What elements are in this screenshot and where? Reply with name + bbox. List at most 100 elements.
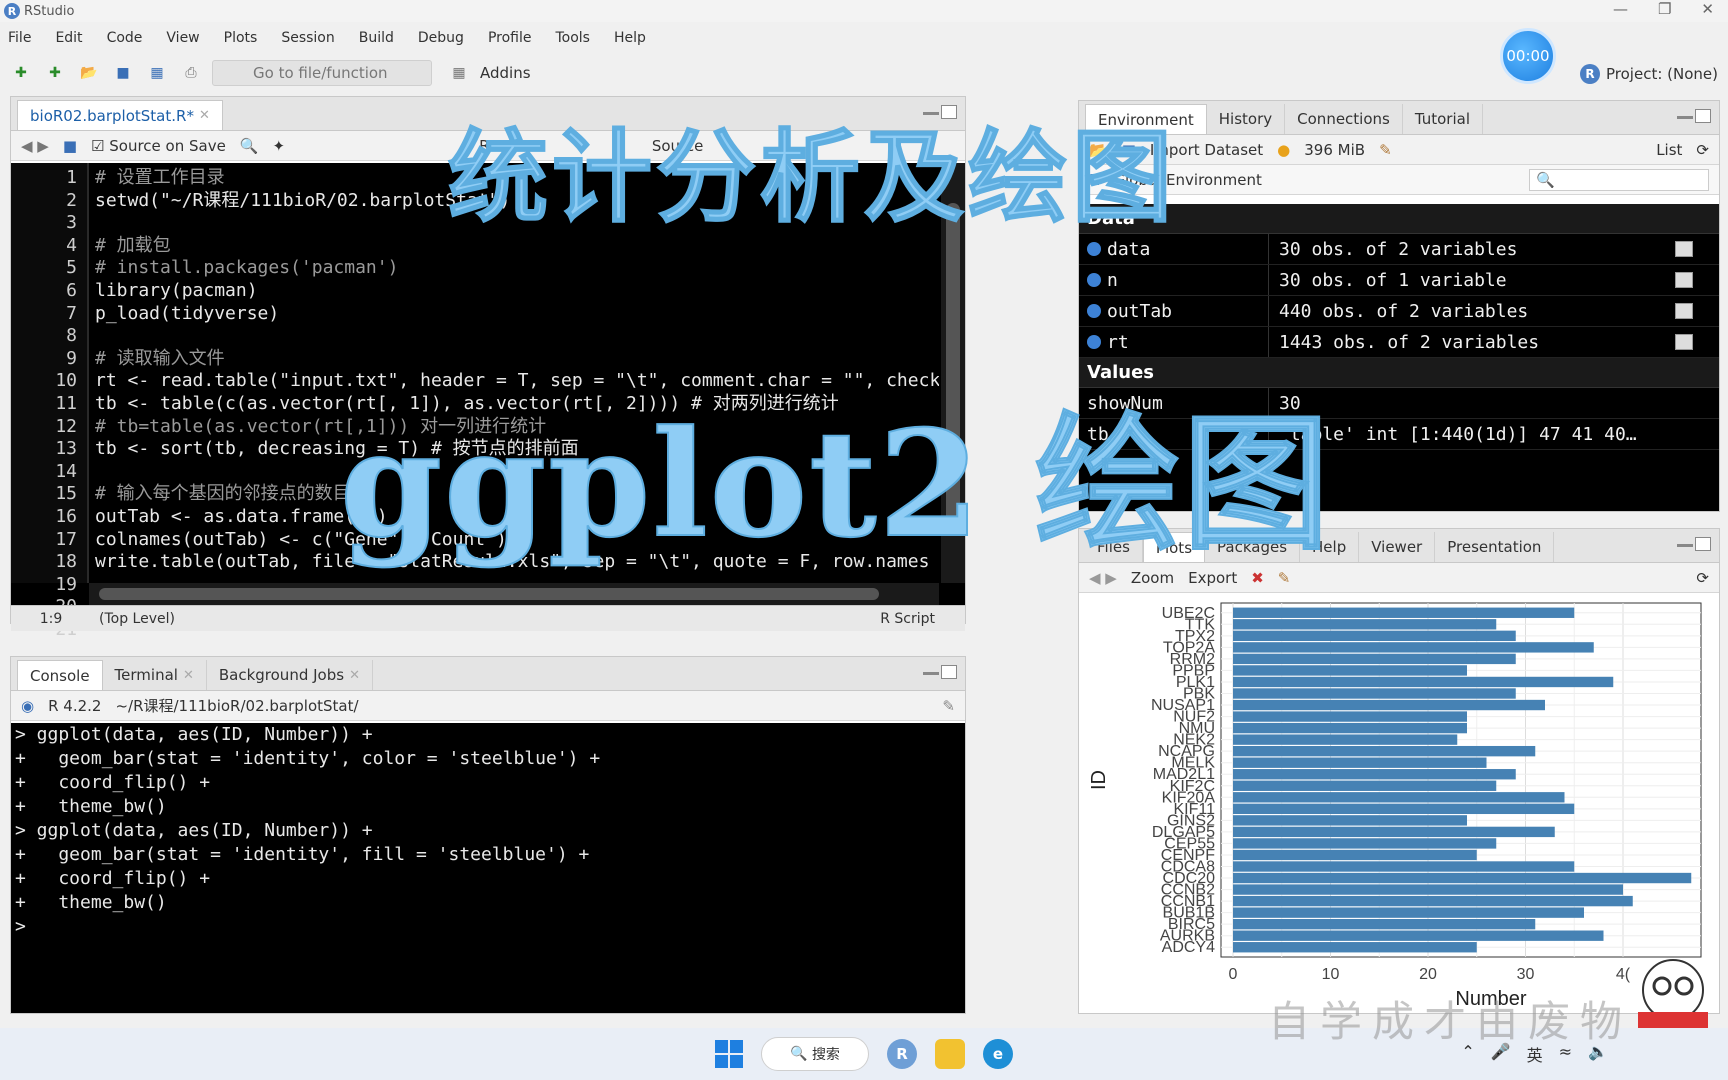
export-button[interactable]: Export	[1188, 569, 1237, 587]
expand-icon[interactable]	[1087, 242, 1101, 256]
start-button-icon[interactable]	[715, 1040, 743, 1068]
environment-row[interactable]: rt 1443 obs. of 2 variables	[1079, 327, 1719, 358]
cursor-position: 1:9	[39, 610, 63, 627]
wand-icon[interactable]: ✦	[273, 137, 286, 155]
view-table-icon[interactable]	[1675, 303, 1693, 319]
bar	[1233, 653, 1516, 665]
taskbar-search-label: 搜索	[811, 1047, 840, 1063]
file-type-selector[interactable]: R Script	[880, 611, 935, 627]
code-line: library(pacman)	[95, 279, 258, 301]
plot-viewer[interactable]: UBE2C TTK TPX2 TOP2A RRM2 PPBP PLK1 PBK NUSAP1 NU…	[1079, 595, 1719, 1013]
tab-env-history[interactable]: History	[1207, 104, 1286, 134]
zoom-button[interactable]: Zoom	[1131, 569, 1174, 587]
close-tab-icon[interactable]: ✕	[199, 108, 210, 123]
expand-icon[interactable]	[1087, 335, 1101, 349]
bar	[1233, 918, 1536, 930]
scope-selector[interactable]: (Top Level)	[99, 611, 175, 627]
source-on-save-checkbox[interactable]: ☑ Source on Save	[91, 137, 226, 155]
line-number: 14	[55, 460, 77, 482]
clear-plots-icon[interactable]: ✎	[1278, 569, 1291, 587]
list-view-button[interactable]: List	[1656, 141, 1682, 159]
addins-menu[interactable]: Addins	[480, 64, 531, 82]
taskbar-search[interactable]: 🔍 搜索	[761, 1037, 869, 1071]
save-all-icon[interactable]: ▦	[144, 62, 170, 84]
search-icon[interactable]: 🔍	[240, 137, 259, 155]
rstudio-taskbar-icon[interactable]: R	[887, 1039, 917, 1069]
print-icon[interactable]: ⎙	[178, 62, 204, 84]
go-to-file-input[interactable]: Go to file/function	[212, 60, 432, 86]
tab-label: Connections	[1297, 110, 1390, 128]
editor-horizontal-scrollbar[interactable]	[89, 583, 939, 605]
menu-item-plots[interactable]: Plots	[224, 30, 258, 46]
tab-editor-file[interactable]: bioR02.barplotStat.R* ✕	[17, 100, 223, 130]
save-file-icon[interactable]: ■	[63, 137, 77, 155]
save-icon[interactable]: ■	[110, 62, 136, 84]
tab-console-background-jobs[interactable]: Background Jobs ✕	[207, 660, 373, 690]
expand-icon[interactable]	[1087, 273, 1101, 287]
tab-label: Presentation	[1447, 538, 1542, 556]
expand-icon[interactable]	[1087, 304, 1101, 318]
environment-search-input[interactable]: 🔍	[1529, 168, 1709, 191]
file-explorer-icon[interactable]	[935, 1039, 965, 1069]
remove-plot-icon[interactable]: ✖	[1251, 569, 1264, 587]
refresh-icon[interactable]: ⟳	[1696, 141, 1709, 159]
line-number: 7	[66, 302, 77, 324]
menu-item-help[interactable]: Help	[614, 30, 646, 46]
view-table-icon[interactable]	[1675, 272, 1693, 288]
mascot-illustration	[1638, 959, 1708, 1028]
env-minmax[interactable]	[1677, 109, 1711, 123]
menu-item-code[interactable]: Code	[107, 30, 143, 46]
clear-console-icon[interactable]: ✎	[942, 697, 955, 715]
view-table-icon[interactable]	[1675, 334, 1693, 350]
x-tick-label: 10	[1322, 966, 1340, 983]
close-tab-icon[interactable]: ✕	[183, 668, 194, 683]
bar	[1233, 757, 1487, 768]
close-tab-icon[interactable]: ✕	[349, 668, 360, 683]
plot-back-icon[interactable]: ◀ ▶	[1089, 569, 1117, 587]
menu-item-debug[interactable]: Debug	[418, 30, 464, 46]
bar	[1233, 711, 1467, 722]
values-section-header: Values	[1079, 358, 1719, 388]
window-title: RStudio	[24, 3, 75, 19]
menu-item-session[interactable]: Session	[281, 30, 334, 46]
y-axis-label: ID	[1088, 770, 1110, 790]
console-output[interactable]: > ggplot(data, aes(ID, Number)) + + geom_…	[11, 723, 965, 1013]
grid-layout-icon[interactable]: ▦	[446, 62, 472, 84]
x-tick-label: 20	[1419, 966, 1437, 983]
tab-console-terminal[interactable]: Terminal ✕	[103, 660, 207, 690]
environment-row[interactable]: outTab 440 obs. of 2 variables	[1079, 296, 1719, 327]
bar	[1233, 665, 1467, 676]
back-icon[interactable]: ◀ ▶	[21, 137, 49, 155]
tab-plots-presentation[interactable]: Presentation	[1435, 532, 1555, 562]
memory-usage[interactable]: 396 MiB	[1304, 141, 1365, 159]
plots-minmax[interactable]	[1677, 537, 1711, 551]
edge-browser-icon[interactable]: e	[983, 1039, 1013, 1069]
console-minmax[interactable]	[923, 665, 957, 679]
y-tick-label: ADCY4	[1162, 939, 1215, 956]
menu-item-build[interactable]: Build	[359, 30, 394, 46]
menu-item-profile[interactable]: Profile	[488, 30, 532, 46]
refresh-plot-icon[interactable]: ⟳	[1696, 569, 1709, 587]
menu-item-edit[interactable]: Edit	[55, 30, 82, 46]
tab-env-connections[interactable]: Connections	[1285, 104, 1403, 134]
view-table-icon[interactable]	[1675, 241, 1693, 257]
menu-item-file[interactable]: File	[8, 30, 31, 46]
line-number: 17	[55, 528, 77, 550]
tab-console-console[interactable]: Console	[17, 660, 103, 690]
open-file-icon[interactable]: 📂	[76, 62, 102, 84]
working-directory[interactable]: ~/R课程/111bioR/02.barplotStat/	[115, 695, 358, 716]
menu-item-view[interactable]: View	[166, 30, 199, 46]
broom-icon[interactable]: ✎	[1379, 141, 1392, 159]
close-button[interactable]: ✕	[1701, 0, 1714, 18]
project-menu[interactable]: R Project: (None)	[1580, 64, 1718, 84]
tab-plots-viewer[interactable]: Viewer	[1359, 532, 1436, 562]
new-project-icon[interactable]: ✚	[42, 62, 68, 84]
menu-item-tools[interactable]: Tools	[555, 30, 590, 46]
tab-env-tutorial[interactable]: Tutorial	[1403, 104, 1484, 134]
bar	[1233, 838, 1497, 849]
code-line: rt <- read.table("input.txt", header = T…	[95, 370, 939, 392]
environment-row[interactable]: n 30 obs. of 1 variable	[1079, 265, 1719, 296]
new-file-icon[interactable]: ✚	[8, 62, 34, 84]
restore-button[interactable]: ❐	[1658, 0, 1671, 18]
minimize-button[interactable]: —	[1613, 0, 1628, 18]
